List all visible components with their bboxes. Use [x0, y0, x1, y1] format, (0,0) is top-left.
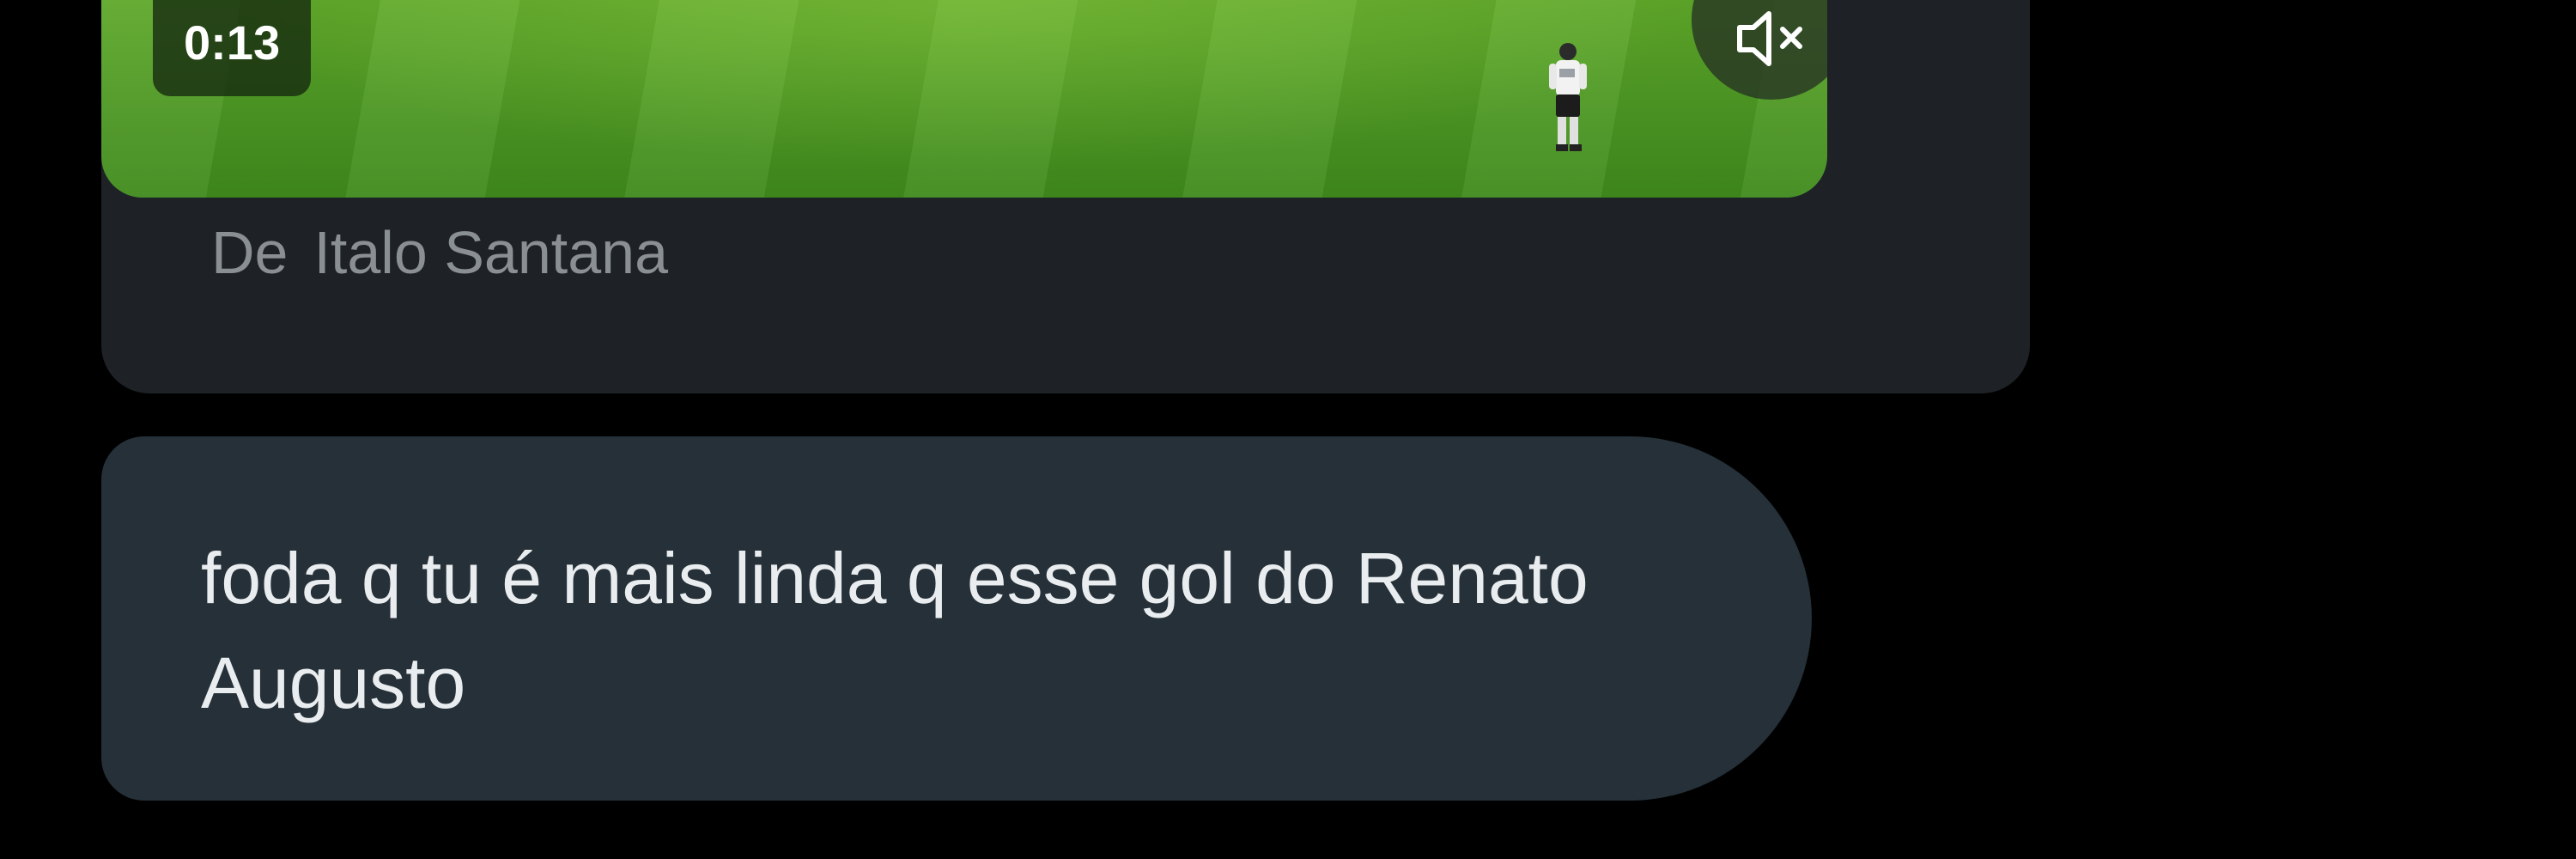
author-name[interactable]: Italo Santana [313, 219, 668, 286]
player-figure [1549, 43, 1587, 151]
video-duration: 0:13 [184, 15, 281, 70]
message-text: foda q tu é mais linda q esse gol do Ren… [201, 538, 1589, 723]
speaker-muted-icon [1737, 11, 1802, 66]
video-duration-badge: 0:13 [153, 0, 312, 96]
video-thumbnail[interactable]: 0:13 [101, 0, 1827, 198]
message-bubble[interactable]: foda q tu é mais linda q esse gol do Ren… [101, 436, 1812, 801]
attribution-prefix: De [211, 219, 289, 286]
shared-post-attribution: De Italo Santana [211, 218, 668, 287]
